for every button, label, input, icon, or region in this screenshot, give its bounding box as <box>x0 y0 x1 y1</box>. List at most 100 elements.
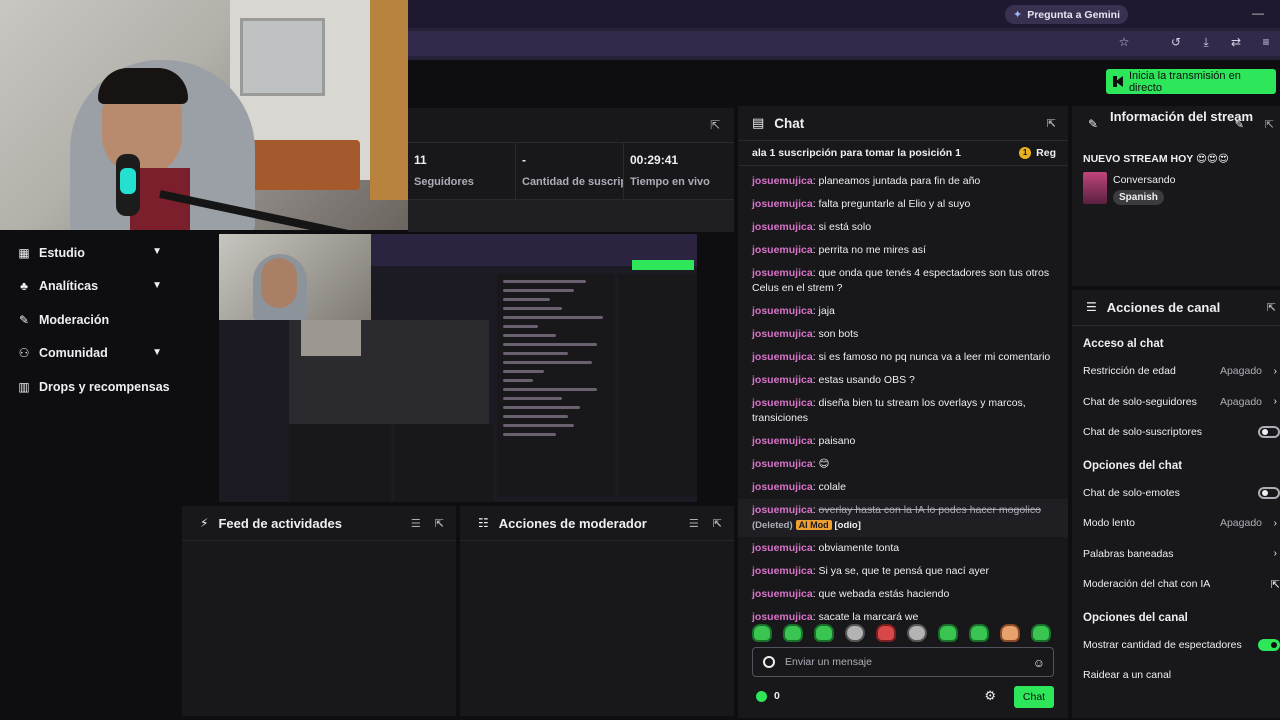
chat-username[interactable]: josuemujica <box>752 458 813 470</box>
emote-icon[interactable] <box>969 624 989 642</box>
popout-icon[interactable]: ⇱ <box>1267 301 1276 314</box>
chat-message[interactable]: josuemujica: colale <box>738 476 1068 499</box>
popout-icon[interactable]: ⇱ <box>1265 118 1274 131</box>
minimize-button[interactable]: — <box>1252 6 1264 20</box>
emote-only-label: Chat de solo-emotes <box>1083 486 1180 499</box>
chat-message[interactable]: josuemujica: son bots <box>738 323 1068 346</box>
filter-icon[interactable]: ☰ <box>411 517 421 530</box>
pinned-action[interactable]: 1 Reg <box>1019 147 1056 159</box>
chat-message[interactable]: josuemujica: perrita no me mires así <box>738 239 1068 262</box>
edit-icon[interactable]: ✎ <box>1235 118 1244 131</box>
chat-message[interactable]: josuemujica: Si ya se, que te pensá que … <box>738 560 1068 583</box>
chat-username[interactable]: josuemujica <box>752 175 813 187</box>
chat-username[interactable]: josuemujica <box>752 244 813 256</box>
emote-icon[interactable] <box>1000 624 1020 642</box>
menu-icon[interactable]: ≡ <box>1258 35 1274 50</box>
pinned-text: ala 1 suscripción para tomar la posición… <box>752 147 961 159</box>
pinned-action-label: Reg <box>1036 147 1056 159</box>
pinned-message[interactable]: ala 1 suscripción para tomar la posición… <box>738 140 1068 166</box>
category-name[interactable]: Conversando <box>1113 174 1175 186</box>
uptime-value: 00:29:41 <box>630 153 679 167</box>
chat-username[interactable]: josuemujica <box>752 565 813 577</box>
banned-words-row[interactable]: Palabras baneadas › <box>1072 539 1280 570</box>
gemini-button[interactable]: ✦ Pregunta a Gemini <box>1005 5 1128 24</box>
chat-message[interactable]: josuemujica: estas usando OBS ? <box>738 369 1068 392</box>
chat-username[interactable]: josuemujica <box>752 397 813 409</box>
sidebar-item-drops[interactable]: ▥ Drops y recompensas <box>0 370 180 404</box>
chat-message[interactable]: josuemujica: que onda que tenés 4 espect… <box>738 262 1068 300</box>
chat-username[interactable]: josuemujica <box>752 305 813 317</box>
gear-icon[interactable]: ⚙ <box>984 688 996 704</box>
chat-message[interactable]: josuemujica: planeamos juntada para fin … <box>738 170 1068 193</box>
emote-only-toggle[interactable] <box>1258 486 1280 499</box>
webcam-microphone-light <box>120 168 136 194</box>
chat-message[interactable]: josuemujica: que webada estás haciendo <box>738 583 1068 606</box>
emote-icon[interactable] <box>783 624 803 642</box>
go-live-button[interactable]: Inicia la transmisión en directo <box>1106 69 1276 94</box>
preview-mod-actions <box>395 424 493 502</box>
chat-username[interactable]: josuemujica <box>752 374 813 386</box>
show-viewers-toggle[interactable] <box>1258 638 1280 651</box>
channel-actions-icon: ☰ <box>1086 300 1097 314</box>
filter-icon[interactable]: ☰ <box>689 517 699 530</box>
chat-message[interactable]: josuemujica: si es famoso no pq nunca va… <box>738 346 1068 369</box>
chat-username[interactable]: josuemujica <box>752 542 813 554</box>
download-icon[interactable]: ⤓ <box>1198 35 1214 50</box>
mod-actions-body <box>460 540 734 716</box>
emoji-picker-icon[interactable]: ☺ <box>1033 656 1045 670</box>
popout-icon[interactable]: ⇱ <box>1047 117 1056 130</box>
emote-icon[interactable] <box>752 624 772 642</box>
emote-icon[interactable] <box>938 624 958 642</box>
chat-input[interactable]: Enviar un mensaje ☺ <box>752 647 1054 677</box>
emote-icon[interactable] <box>845 624 865 642</box>
mod-actions-title: Acciones de moderador <box>498 515 647 531</box>
send-chat-button[interactable]: Chat <box>1014 686 1054 708</box>
translate-icon[interactable]: ⇄ <box>1228 35 1244 50</box>
chat-username[interactable]: josuemujica <box>752 504 813 516</box>
age-restriction-row[interactable]: Restricción de edad Apagado › <box>1072 356 1280 387</box>
popout-icon[interactable]: ⇱ <box>713 517 722 530</box>
slow-mode-row[interactable]: Modo lento Apagado › <box>1072 508 1280 539</box>
emote-icon[interactable] <box>907 624 927 642</box>
chat-message[interactable]: josuemujica: si está solo <box>738 216 1068 239</box>
sidebar-item-moderacion[interactable]: ✎ Moderación <box>0 303 180 337</box>
stream-preview[interactable] <box>219 234 697 502</box>
history-icon[interactable]: ↺ <box>1168 35 1184 50</box>
chat-username[interactable]: josuemujica <box>752 588 813 600</box>
chat-message[interactable]: josuemujica: obviamente tonta <box>738 537 1068 560</box>
popout-icon[interactable]: ⇱ <box>710 118 720 132</box>
popout-icon[interactable]: ⇱ <box>435 517 444 530</box>
channel-points[interactable]: 0 <box>756 690 780 702</box>
chat-username[interactable]: josuemujica <box>752 328 813 340</box>
sidebar-item-estudio[interactable]: ▦ Estudio ▼ <box>0 236 180 270</box>
chat-username[interactable]: josuemujica <box>752 267 813 279</box>
bookmark-star-icon[interactable]: ☆ <box>1116 35 1132 50</box>
chat-username[interactable]: josuemujica <box>752 481 813 493</box>
community-icon: ⚇ <box>18 346 30 361</box>
raid-row[interactable]: Raidear a un canal <box>1072 660 1280 691</box>
chat-message[interactable]: josuemujica: paisano <box>738 430 1068 453</box>
sidebar-item-comunidad[interactable]: ⚇ Comunidad ▼ <box>0 337 180 371</box>
drops-icon: ▥ <box>18 379 30 394</box>
chat-username[interactable]: josuemujica <box>752 198 813 210</box>
ai-moderation-row[interactable]: Moderación del chat con IA ⇱ <box>1072 569 1280 600</box>
subs-only-toggle[interactable] <box>1258 426 1280 439</box>
emote-icon[interactable] <box>876 624 896 642</box>
analytics-icon: ♣ <box>20 279 28 294</box>
chat-message-deleted[interactable]: josuemujica: overlay hasta con la IA lo … <box>738 499 1068 537</box>
sidebar-item-analiticas[interactable]: ♣ Analíticas ▼ <box>0 270 180 304</box>
chat-username[interactable]: josuemujica <box>752 435 813 447</box>
emote-icon[interactable] <box>814 624 834 642</box>
chat-message[interactable]: josuemujica: falta preguntarle al Elio y… <box>738 193 1068 216</box>
chat-username[interactable]: josuemujica <box>752 351 813 363</box>
list-icon: ☷ <box>478 516 489 530</box>
chat-message[interactable]: josuemujica: diseña bien tu stream los o… <box>738 392 1068 430</box>
chat-message[interactable]: josuemujica: jaja <box>738 300 1068 323</box>
emote-icon[interactable] <box>1031 624 1051 642</box>
coin-icon: 1 <box>1019 147 1032 159</box>
chat-message[interactable]: josuemujica: 😊 <box>738 453 1068 476</box>
chat-username[interactable]: josuemujica <box>752 221 813 233</box>
activity-feed-body <box>182 540 456 716</box>
followers-only-row[interactable]: Chat de solo-seguidores Apagado › <box>1072 387 1280 418</box>
chat-username[interactable]: josuemujica <box>752 611 813 623</box>
